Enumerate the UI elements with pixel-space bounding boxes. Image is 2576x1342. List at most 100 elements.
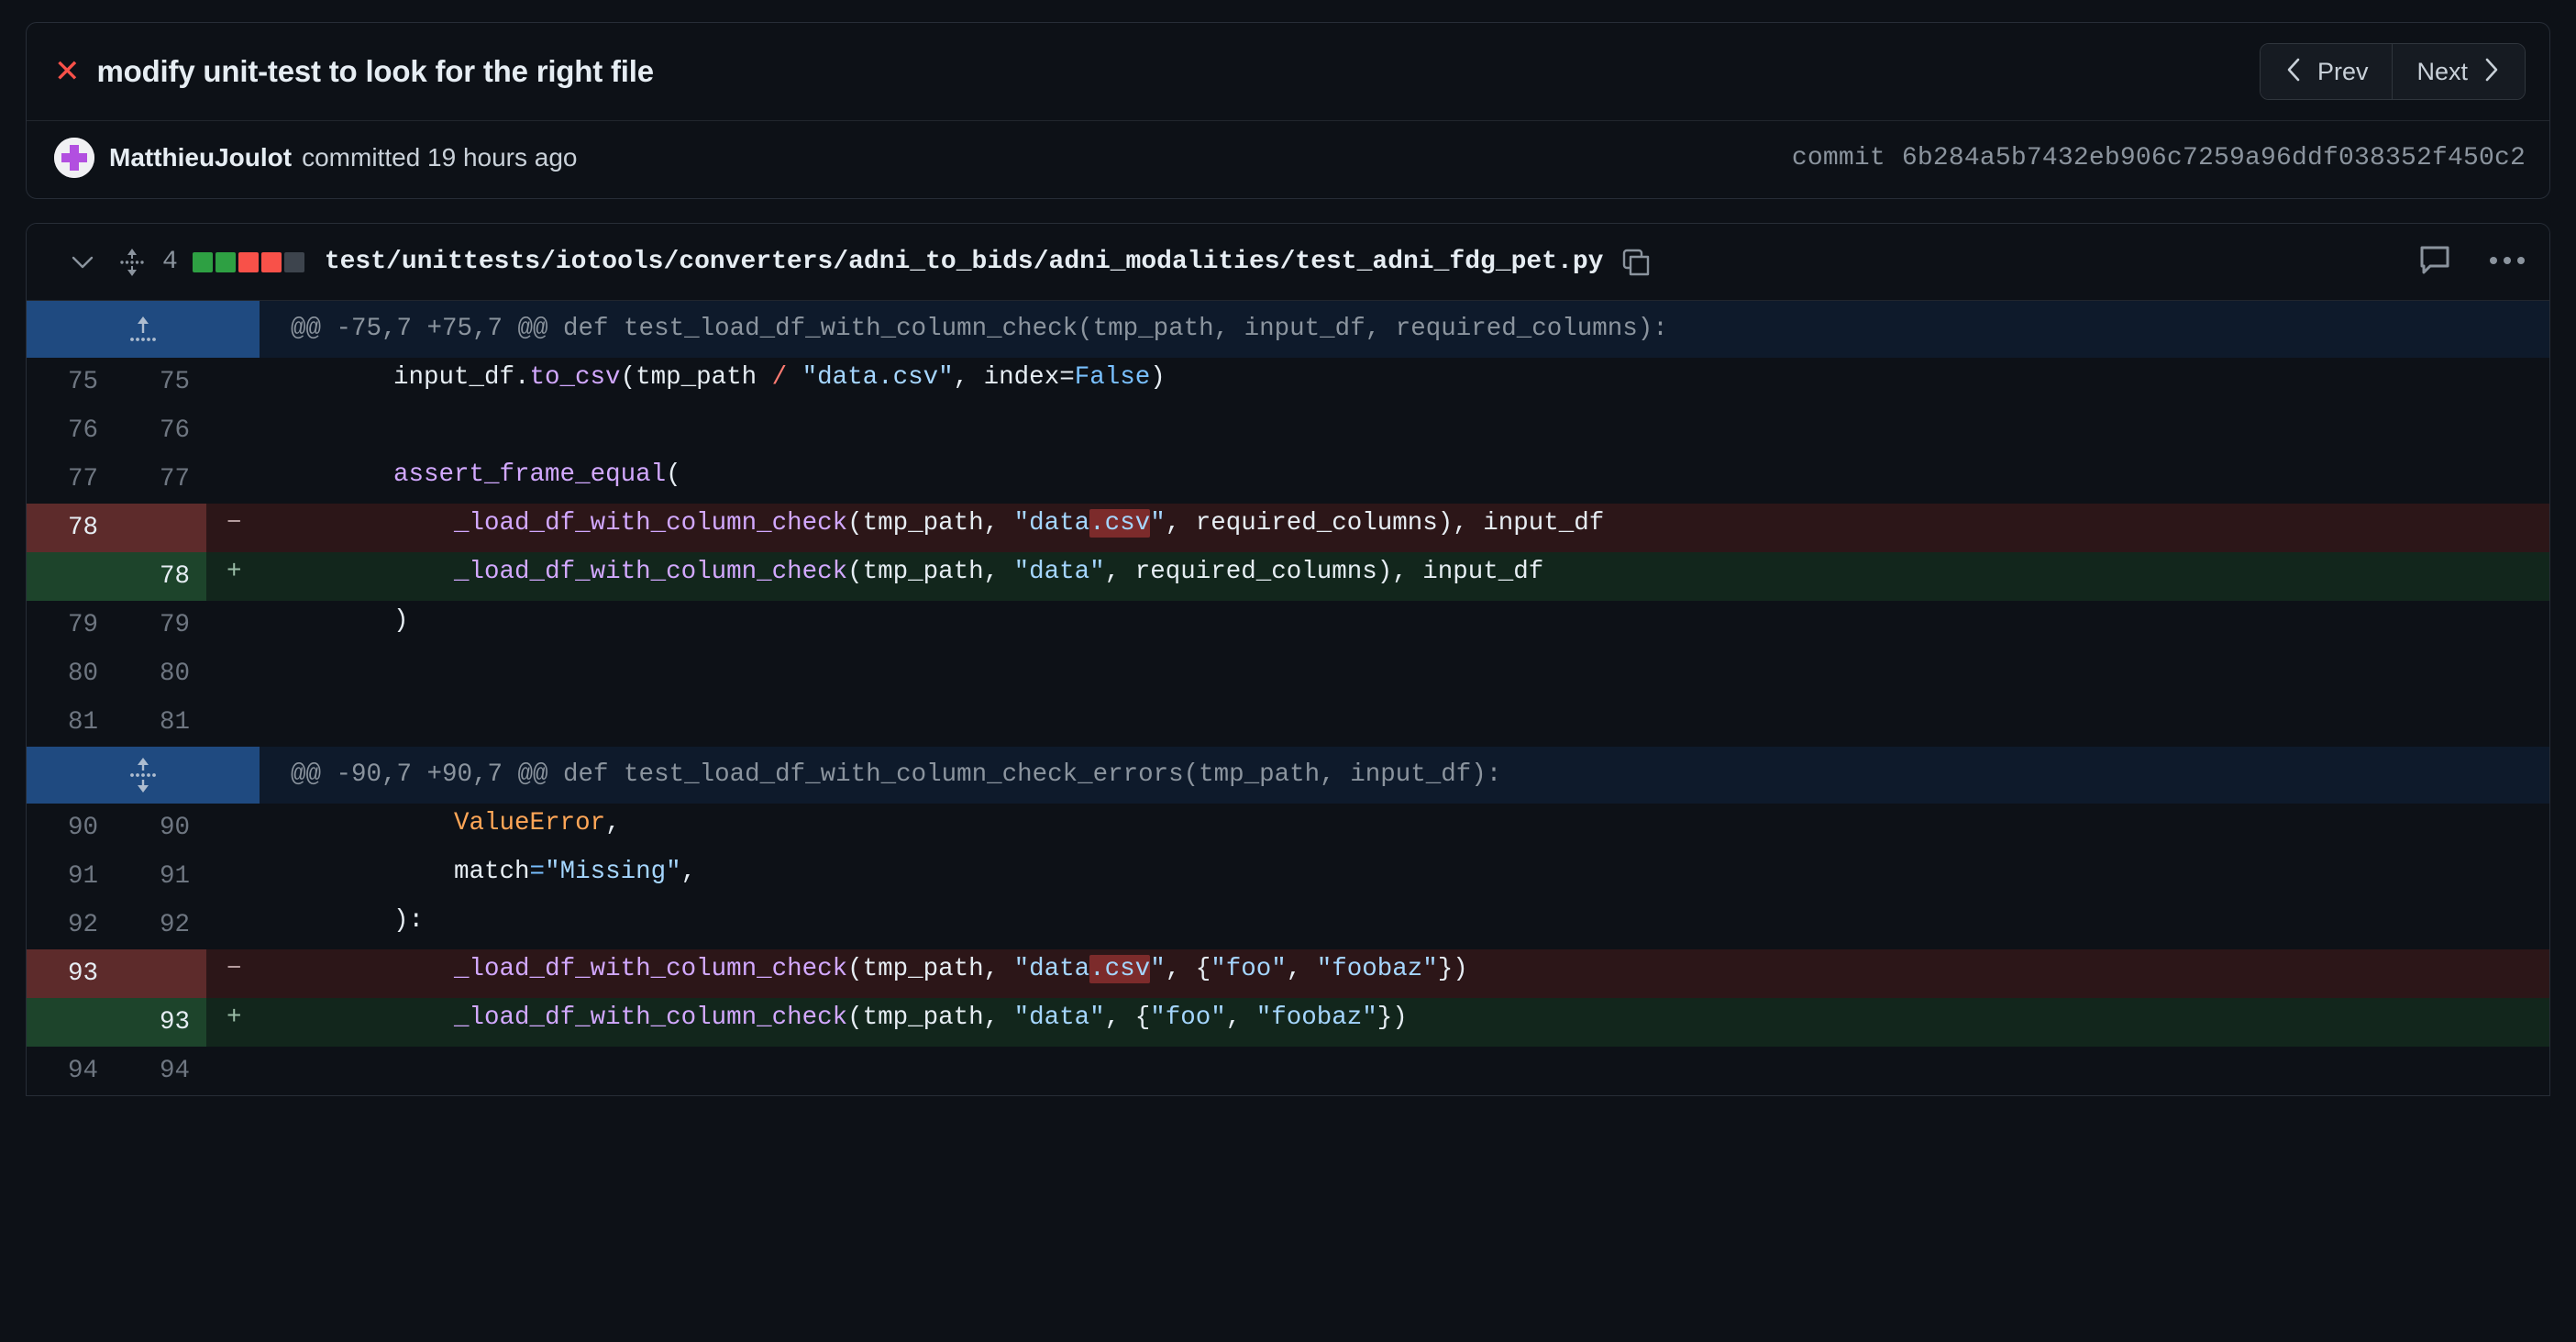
diff-line-context: 92 92 ): bbox=[27, 901, 2549, 949]
x-icon: ✕ bbox=[54, 54, 81, 89]
line-number-new: 92 bbox=[115, 901, 206, 949]
code-line[interactable]: ValueError, bbox=[260, 804, 2549, 852]
next-label: Next bbox=[2416, 57, 2468, 85]
kebab-menu-icon[interactable] bbox=[2489, 254, 2526, 271]
line-number-new: 80 bbox=[115, 649, 206, 698]
line-marker: + bbox=[206, 552, 260, 601]
line-number-old: 91 bbox=[27, 852, 115, 901]
commit-time: committed 19 hours ago bbox=[302, 143, 578, 172]
line-number-old bbox=[27, 552, 115, 601]
line-number-old: 76 bbox=[27, 406, 115, 455]
code-line[interactable] bbox=[260, 698, 2549, 747]
line-number-old: 79 bbox=[27, 601, 115, 649]
move-updown-icon[interactable] bbox=[118, 247, 146, 278]
expand-updown-button[interactable] bbox=[27, 747, 260, 804]
diff-line-added: 93 + _load_df_with_column_check(tmp_path… bbox=[27, 998, 2549, 1047]
chevron-down-icon[interactable] bbox=[71, 250, 94, 274]
line-number-new bbox=[115, 949, 206, 998]
code-line[interactable]: match="Missing", bbox=[260, 852, 2549, 901]
line-number-new: 90 bbox=[115, 804, 206, 852]
diff-line-deleted: 93 − _load_df_with_column_check(tmp_path… bbox=[27, 949, 2549, 998]
line-marker bbox=[206, 406, 260, 455]
line-marker: − bbox=[206, 949, 260, 998]
line-number-old: 77 bbox=[27, 455, 115, 504]
file-header: 4 test/unittests/iotools/converters/adni… bbox=[27, 224, 2549, 301]
diff-line-context: 81 81 bbox=[27, 698, 2549, 747]
commit-author[interactable]: MatthieuJoulot bbox=[109, 143, 292, 172]
hunk-header-row: @@ -90,7 +90,7 @@ def test_load_df_with_… bbox=[27, 747, 2549, 804]
line-number-old: 93 bbox=[27, 949, 115, 998]
line-marker: + bbox=[206, 998, 260, 1047]
line-number-new: 91 bbox=[115, 852, 206, 901]
diff-line-deleted: 78 − _load_df_with_column_check(tmp_path… bbox=[27, 504, 2549, 552]
line-marker: − bbox=[206, 504, 260, 552]
diff-line-context: 90 90 ValueError, bbox=[27, 804, 2549, 852]
commit-header-card: ✕ modify unit-test to look for the right… bbox=[26, 22, 2550, 199]
expand-up-icon bbox=[27, 301, 260, 358]
line-number-old: 80 bbox=[27, 649, 115, 698]
line-number-new: 76 bbox=[115, 406, 206, 455]
line-number-old: 94 bbox=[27, 1047, 115, 1095]
file-path[interactable]: test/unittests/iotools/converters/adni_t… bbox=[325, 248, 1604, 276]
diff-line-context: 75 75 input_df.to_csv(tmp_path / "data.c… bbox=[27, 358, 2549, 406]
code-line[interactable]: ) bbox=[260, 601, 2549, 649]
code-line[interactable] bbox=[260, 649, 2549, 698]
line-number-old: 78 bbox=[27, 504, 115, 552]
code-line[interactable]: input_df.to_csv(tmp_path / "data.csv", i… bbox=[260, 358, 2549, 406]
diffstat-bar bbox=[192, 251, 304, 272]
diffstat-block bbox=[192, 251, 213, 272]
prev-label: Prev bbox=[2316, 57, 2369, 85]
code-line[interactable]: _load_df_with_column_check(tmp_path, "da… bbox=[260, 998, 2549, 1047]
line-number-old: 90 bbox=[27, 804, 115, 852]
diff-line-context: 91 91 match="Missing", bbox=[27, 852, 2549, 901]
line-number-new: 78 bbox=[115, 552, 206, 601]
line-marker bbox=[206, 804, 260, 852]
line-marker bbox=[206, 358, 260, 406]
diffstat-block bbox=[238, 251, 259, 272]
line-marker bbox=[206, 852, 260, 901]
changes-count: 4 bbox=[162, 248, 178, 276]
expand-up-button[interactable] bbox=[27, 301, 260, 358]
code-line[interactable] bbox=[260, 1047, 2549, 1095]
line-number-old: 92 bbox=[27, 901, 115, 949]
line-number-new: 75 bbox=[115, 358, 206, 406]
diff-line-context: 76 76 bbox=[27, 406, 2549, 455]
chevron-right-icon bbox=[2482, 55, 2501, 89]
diff-line-context: 80 80 bbox=[27, 649, 2549, 698]
line-number-old: 81 bbox=[27, 698, 115, 747]
expand-updown-icon bbox=[27, 747, 260, 804]
avatar[interactable] bbox=[54, 138, 94, 178]
line-number-old: 75 bbox=[27, 358, 115, 406]
code-line[interactable]: _load_df_with_column_check(tmp_path, "da… bbox=[260, 949, 2549, 998]
line-number-new: 77 bbox=[115, 455, 206, 504]
diff-line-context: 77 77 assert_frame_equal( bbox=[27, 455, 2549, 504]
commit-hash-value[interactable]: 6b284a5b7432eb906c7259a96ddf038352f450c2 bbox=[1902, 144, 2526, 172]
diff-line-context: 79 79 ) bbox=[27, 601, 2549, 649]
chevron-left-icon bbox=[2284, 55, 2303, 89]
line-marker bbox=[206, 455, 260, 504]
copy-icon[interactable] bbox=[1621, 248, 1651, 277]
line-number-new: 93 bbox=[115, 998, 206, 1047]
line-number-new: 79 bbox=[115, 601, 206, 649]
commit-pager: Prev Next bbox=[2259, 43, 2526, 100]
next-commit-button[interactable]: Next bbox=[2392, 44, 2525, 99]
diff-line-added: 78 + _load_df_with_column_check(tmp_path… bbox=[27, 552, 2549, 601]
code-line[interactable]: _load_df_with_column_check(tmp_path, "da… bbox=[260, 504, 2549, 552]
commit-hash-label: commit bbox=[1791, 143, 1885, 172]
code-line[interactable]: assert_frame_equal( bbox=[260, 455, 2549, 504]
code-line[interactable]: ): bbox=[260, 901, 2549, 949]
line-number-new bbox=[115, 504, 206, 552]
line-marker bbox=[206, 649, 260, 698]
comment-icon[interactable] bbox=[2417, 242, 2452, 282]
code-line[interactable]: _load_df_with_column_check(tmp_path, "da… bbox=[260, 552, 2549, 601]
commit-meta-row: MatthieuJoulot committed 19 hours ago co… bbox=[27, 120, 2549, 198]
diffstat-block bbox=[283, 251, 304, 272]
prev-commit-button[interactable]: Prev bbox=[2260, 44, 2393, 99]
hunk-header-text: @@ -90,7 +90,7 @@ def test_load_df_with_… bbox=[260, 747, 2549, 804]
line-marker bbox=[206, 1047, 260, 1095]
diffstat-block bbox=[215, 251, 236, 272]
line-number-old bbox=[27, 998, 115, 1047]
line-marker bbox=[206, 698, 260, 747]
line-marker bbox=[206, 601, 260, 649]
code-line[interactable] bbox=[260, 406, 2549, 455]
